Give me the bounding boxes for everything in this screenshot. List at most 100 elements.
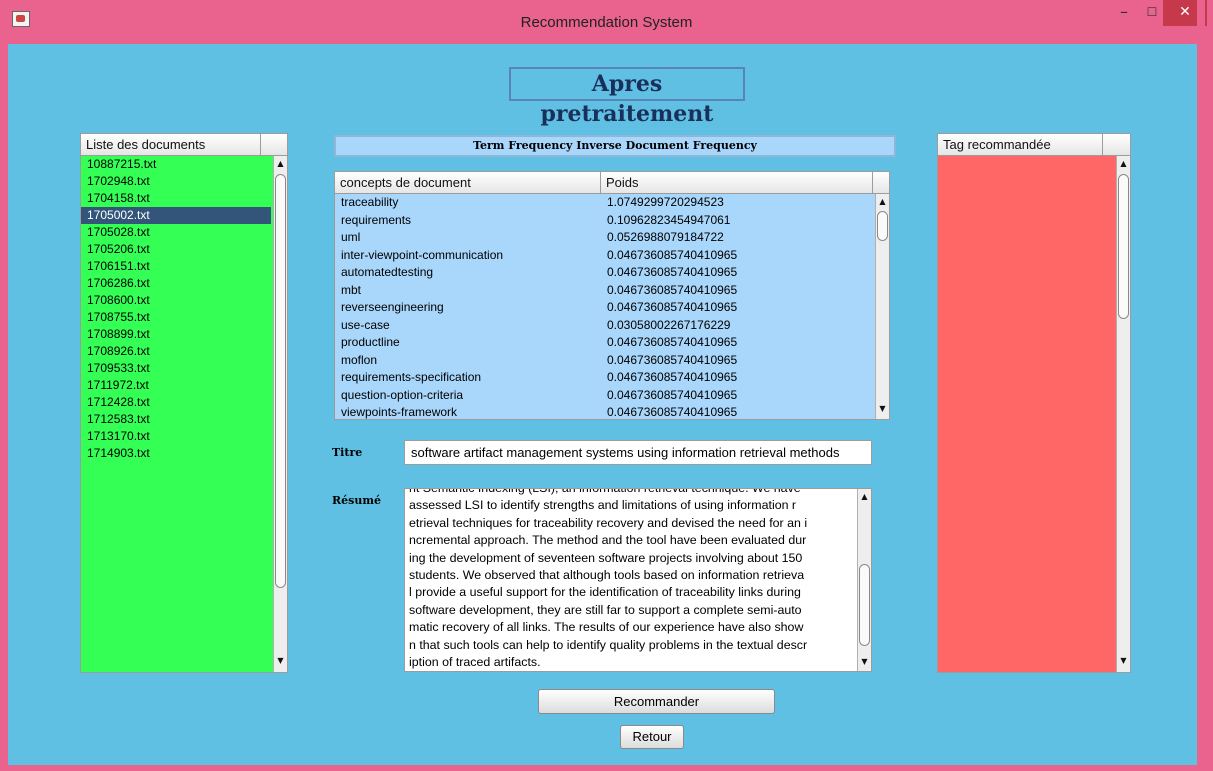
table-row[interactable]: viewpoints-framework 0.046736085740410965 — [335, 404, 873, 419]
main-content: Apres pretraitement Liste des documents … — [8, 44, 1205, 765]
recommander-button[interactable]: Recommander — [538, 689, 775, 714]
scroll-thumb[interactable] — [877, 211, 888, 241]
document-list: 10887215.txt 1702948.txt 1704158.txt 170… — [81, 156, 271, 462]
document-item[interactable]: 1702948.txt — [81, 173, 271, 190]
scroll-up-icon[interactable]: ▲ — [1117, 157, 1130, 171]
concept-cell: mbt — [341, 282, 362, 297]
column-header-concepts[interactable]: concepts de document — [335, 172, 601, 194]
document-item[interactable]: 1708600.txt — [81, 292, 271, 309]
table-row[interactable]: inter-viewpoint-communication 0.046736085… — [335, 247, 873, 265]
table-row[interactable]: question-option-criteria 0.04673608574041… — [335, 387, 873, 405]
tag-list-scrollbar[interactable]: ▲ ▼ — [1116, 156, 1130, 672]
resume-scrollbar[interactable]: ▲ ▼ — [857, 489, 871, 671]
resume-line: nt Semantic Indexing (LSI), an informati… — [409, 488, 801, 495]
resume-line: ncremental approach. The method and the … — [409, 533, 807, 548]
document-item[interactable]: 1708899.txt — [81, 326, 271, 343]
document-list-scrollbar[interactable]: ▲ ▼ — [273, 156, 287, 672]
header-corner — [873, 172, 889, 194]
document-item[interactable]: 1709533.txt — [81, 360, 271, 377]
resume-line: iption of traced artifacts. — [409, 655, 541, 670]
title-bar: Recommendation System – ☐ ✕ — [0, 0, 1213, 44]
resume-line: ing the development of seventeen softwar… — [409, 550, 803, 565]
table-row[interactable]: mbt 0.046736085740410965 — [335, 282, 873, 300]
weight-cell: 0.046736085740410965 — [607, 335, 738, 349]
weight-cell: 1.0749299720294523 — [607, 195, 724, 209]
resume-text: nt Semantic Indexing (LSI), an informati… — [409, 488, 853, 671]
concept-cell: traceability — [341, 195, 399, 209]
scroll-down-icon[interactable]: ▼ — [274, 654, 287, 668]
document-item[interactable]: 1713170.txt — [81, 428, 271, 445]
table-row[interactable]: moflon 0.046736085740410965 — [335, 352, 873, 370]
document-item[interactable]: 1706286.txt — [81, 275, 271, 292]
scroll-thumb[interactable] — [1118, 174, 1129, 319]
scroll-up-icon[interactable]: ▲ — [274, 157, 287, 171]
table-row[interactable]: reverseengineering 0.046736085740410965 — [335, 299, 873, 317]
scroll-down-icon[interactable]: ▼ — [1117, 654, 1130, 668]
concept-cell: uml — [341, 230, 361, 244]
scroll-up-icon[interactable]: ▲ — [876, 195, 889, 209]
titre-field[interactable]: software artifact management systems usi… — [404, 440, 872, 465]
document-item[interactable]: 10887215.txt — [81, 156, 271, 173]
maximize-button[interactable]: ☐ — [1139, 2, 1165, 28]
weight-cell: 0.0526988079184722 — [607, 230, 724, 244]
tfidf-table: concepts de document Poids traceability 1… — [334, 171, 890, 420]
resume-line: software development, they are still far… — [409, 602, 802, 617]
concept-cell: requirements-specification — [341, 370, 482, 384]
table-row[interactable]: uml 0.0526988079184722 — [335, 229, 873, 247]
concept-cell: inter-viewpoint-communication — [341, 247, 504, 262]
scroll-thumb[interactable] — [859, 564, 870, 646]
table-row[interactable]: automatedtesting 0.046736085740410965 — [335, 264, 873, 282]
concept-cell: moflon — [341, 352, 378, 367]
weight-cell: 0.046736085740410965 — [607, 247, 738, 262]
document-item[interactable]: 1705028.txt — [81, 224, 271, 241]
document-item[interactable]: 1712583.txt — [81, 411, 271, 428]
table-row[interactable]: requirements-specification 0.046736085740… — [335, 369, 873, 387]
page-title: Apres pretraitement — [509, 67, 745, 127]
table-row[interactable]: productline 0.046736085740410965 — [335, 334, 873, 352]
tfidf-scrollbar[interactable]: ▲ ▼ — [875, 194, 889, 419]
resume-textarea[interactable]: nt Semantic Indexing (LSI), an informati… — [404, 488, 872, 672]
table-row[interactable]: traceability 1.0749299720294523 — [335, 194, 873, 212]
weight-cell: 0.046736085740410965 — [607, 370, 738, 384]
document-list-panel: Liste des documents 10887215.txt 1702948… — [80, 133, 288, 673]
titre-label: Titre — [332, 446, 363, 459]
tag-list-header[interactable]: Tag recommandée — [938, 134, 1103, 156]
document-list-header[interactable]: Liste des documents — [81, 134, 261, 156]
weight-cell: 0.03058002267176229 — [607, 317, 731, 332]
scroll-down-icon[interactable]: ▼ — [858, 655, 871, 669]
document-item[interactable]: 1708926.txt — [81, 343, 271, 360]
weight-cell: 0.046736085740410965 — [607, 282, 738, 297]
concept-cell: productline — [341, 335, 400, 349]
document-item[interactable]: 1714903.txt — [81, 445, 271, 462]
document-item[interactable]: 1704158.txt — [81, 190, 271, 207]
tfidf-title: Term Frequency Inverse Document Frequenc… — [334, 135, 896, 157]
concept-cell: reverseengineering — [341, 300, 444, 314]
resume-label: Résumé — [332, 494, 381, 507]
window-title: Recommendation System — [520, 14, 693, 31]
concept-cell: requirements — [341, 212, 412, 227]
document-item[interactable]: 1711972.txt — [81, 377, 271, 394]
tag-list-panel: Tag recommandée ▲ ▼ — [937, 133, 1131, 673]
scroll-up-icon[interactable]: ▲ — [858, 490, 871, 504]
weight-cell: 0.10962823454947061 — [607, 212, 731, 227]
table-row[interactable]: use-case 0.03058002267176229 — [335, 317, 873, 335]
document-item-selected[interactable]: 1705002.txt — [81, 207, 271, 224]
weight-cell: 0.046736085740410965 — [607, 265, 738, 279]
table-row[interactable]: requirements 0.10962823454947061 — [335, 212, 873, 230]
document-item[interactable]: 1705206.txt — [81, 241, 271, 258]
concept-cell: use-case — [341, 317, 390, 332]
document-item[interactable]: 1712428.txt — [81, 394, 271, 411]
header-corner — [1103, 134, 1130, 156]
window-border — [1197, 0, 1205, 771]
resume-line: n that such tools can help to identify q… — [409, 637, 808, 652]
document-item[interactable]: 1706151.txt — [81, 258, 271, 275]
retour-button[interactable]: Retour — [620, 725, 684, 749]
document-item[interactable]: 1708755.txt — [81, 309, 271, 326]
minimize-button[interactable]: – — [1111, 2, 1137, 28]
column-header-poids[interactable]: Poids — [601, 172, 873, 194]
concept-cell: viewpoints-framework — [341, 405, 458, 419]
weight-cell: 0.046736085740410965 — [607, 300, 738, 314]
scroll-down-icon[interactable]: ▼ — [876, 402, 889, 416]
resume-line: matic recovery of all links. The results… — [409, 620, 804, 635]
scroll-thumb[interactable] — [275, 174, 286, 588]
